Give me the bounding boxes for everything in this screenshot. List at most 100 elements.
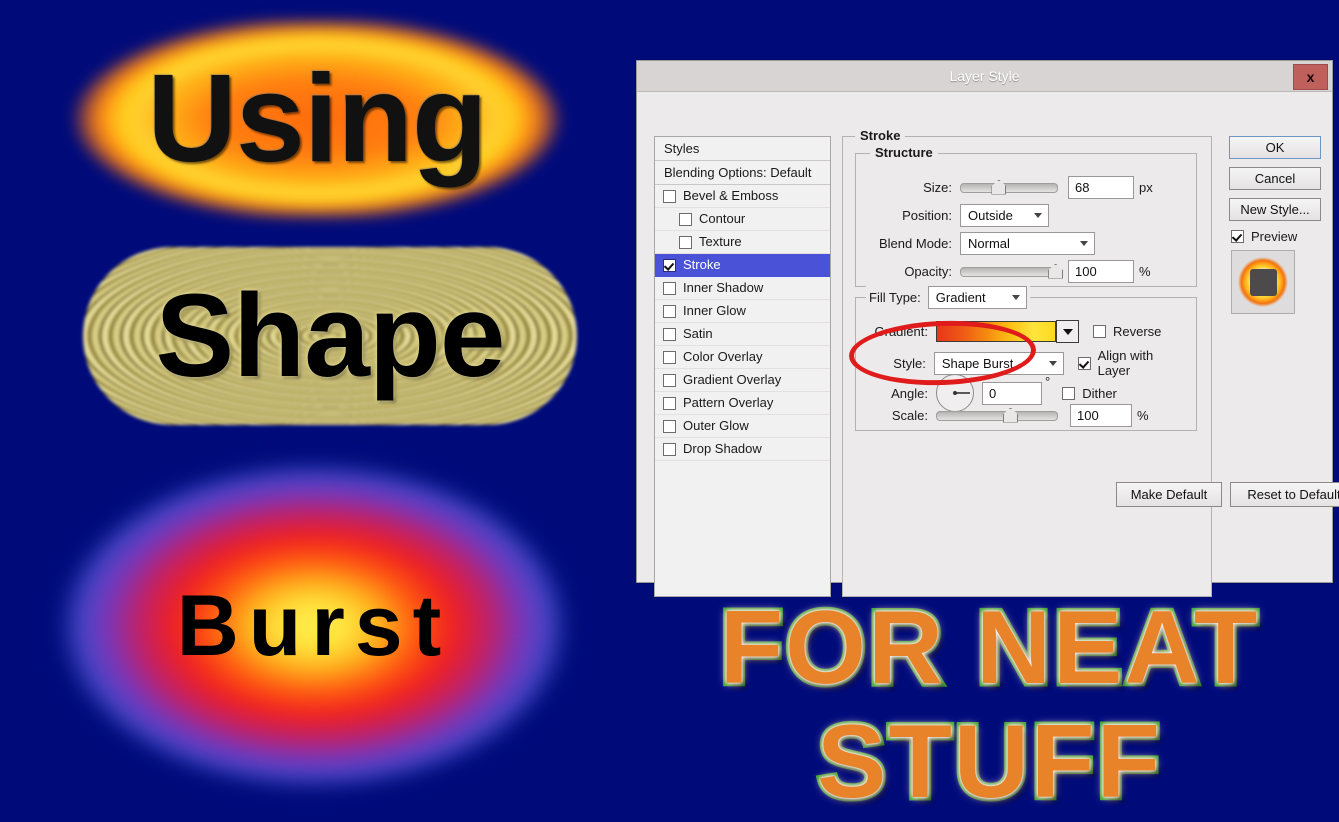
reverse-label: Reverse (1113, 324, 1162, 339)
style-checkbox[interactable] (663, 419, 676, 433)
chevron-down-icon[interactable] (1056, 320, 1079, 343)
reverse-checkbox[interactable] (1093, 325, 1106, 338)
preview-thumbnail (1231, 250, 1295, 314)
style-row-label: Outer Glow (683, 418, 749, 433)
style-row-stroke[interactable]: Stroke (655, 254, 830, 277)
style-checkbox[interactable] (663, 350, 676, 364)
screenshot-stage: Using Shape Burst FOR NEAT STUFF Layer S… (0, 0, 1339, 822)
preview-label: Preview (1251, 229, 1298, 244)
scale-input[interactable]: 100 (1070, 404, 1132, 427)
dialog-body: Styles Blending Options: Default Bevel &… (637, 92, 1339, 597)
opacity-slider-thumb[interactable] (1048, 263, 1064, 279)
style-checkbox[interactable] (663, 396, 676, 410)
scale-slider-thumb[interactable] (1003, 407, 1018, 423)
stroke-group: Stroke Structure Size: 68 px Position: O… (842, 128, 1339, 597)
style-row-outer-glow[interactable]: Outer Glow (655, 415, 830, 438)
blend-mode-label: Blend Mode: (879, 236, 952, 251)
fill-type-label: Fill Type: (869, 290, 921, 305)
preview-checkbox[interactable] (1231, 230, 1244, 243)
scale-unit: % (1137, 408, 1149, 423)
style-row-label: Inner Glow (683, 303, 746, 318)
promo-line-2: STUFF (813, 702, 1163, 822)
preview-row[interactable]: Preview (1231, 229, 1319, 244)
layer-style-dialog: Layer Style x Styles Blending Options: D… (636, 60, 1339, 597)
artwork-using: Using (12, 8, 622, 230)
blend-mode-select[interactable]: Normal (960, 232, 1095, 255)
promo-line-1: FOR NEAT (716, 588, 1261, 708)
style-row-label: Inner Shadow (683, 280, 764, 295)
size-label: Size: (923, 180, 952, 195)
style-row-satin[interactable]: Satin (655, 323, 830, 346)
style-row-label: Pattern Overlay (683, 395, 774, 410)
reset-to-default-button[interactable]: Reset to Default (1230, 482, 1339, 507)
size-slider-thumb[interactable] (991, 179, 1007, 195)
style-row-label: Texture (699, 234, 742, 249)
preview-core-square (1249, 268, 1277, 296)
scale-slider[interactable] (936, 407, 1058, 423)
structure-group-label: Structure (870, 145, 938, 160)
blending-options-row[interactable]: Blending Options: Default (655, 161, 830, 185)
size-unit: px (1139, 180, 1153, 195)
style-select[interactable]: Shape Burst (933, 351, 1064, 375)
size-slider[interactable] (960, 179, 1058, 195)
opacity-input[interactable]: 100 (1068, 260, 1134, 283)
style-checkbox[interactable] (663, 304, 676, 318)
style-checkbox[interactable] (663, 327, 676, 341)
new-style-button[interactable]: New Style... (1229, 198, 1321, 221)
style-row-label: Stroke (683, 257, 721, 272)
artwork-burst: Burst (0, 430, 634, 822)
style-row-gradient-overlay[interactable]: Gradient Overlay (655, 369, 830, 392)
fill-group: Fill Type: Gradient Gradient: Reverse St… (855, 286, 1197, 431)
artwork-text-burst: Burst (176, 578, 452, 674)
style-checkbox[interactable] (663, 442, 676, 456)
styles-panel-header: Styles (655, 137, 830, 161)
style-label: Style: (893, 355, 926, 371)
artwork-shape: Shape (50, 236, 610, 436)
style-row-texture[interactable]: Texture (655, 231, 830, 254)
style-row-drop-shadow[interactable]: Drop Shadow (655, 438, 830, 461)
style-checkbox[interactable] (663, 373, 676, 387)
fill-type-select[interactable]: Gradient (927, 286, 1027, 309)
style-checkbox[interactable] (663, 281, 676, 295)
cancel-button[interactable]: Cancel (1229, 167, 1321, 190)
make-default-button[interactable]: Make Default (1116, 482, 1222, 507)
angle-input[interactable]: 0 (982, 381, 1042, 405)
style-row-bevel-emboss[interactable]: Bevel & Emboss (655, 185, 830, 208)
structure-group: Structure Size: 68 px Position: Outside (855, 145, 1197, 287)
dialog-titlebar[interactable]: Layer Style x (637, 61, 1332, 92)
artwork-text-shape: Shape (155, 270, 505, 402)
close-icon[interactable]: x (1293, 64, 1328, 90)
size-input[interactable]: 68 (1068, 176, 1134, 199)
preview-glow (1238, 257, 1288, 307)
styles-panel: Styles Blending Options: Default Bevel &… (654, 136, 831, 597)
align-with-layer-checkbox[interactable] (1077, 356, 1091, 370)
ok-button[interactable]: OK (1229, 136, 1321, 159)
angle-unit: ° (1045, 374, 1051, 389)
style-row-inner-shadow[interactable]: Inner Shadow (655, 277, 830, 300)
style-row-label: Drop Shadow (683, 441, 762, 456)
dither-checkbox[interactable] (1062, 386, 1076, 400)
style-row-label: Bevel & Emboss (683, 188, 779, 203)
styles-list: Bevel & Emboss Contour Texture Stroke Inner … (655, 185, 830, 461)
position-label: Position: (902, 208, 952, 223)
dialog-buttons-column: OK Cancel New Style... Preview (1229, 136, 1321, 314)
gradient-label: Gradient: (874, 324, 928, 339)
style-row-color-overlay[interactable]: Color Overlay (655, 346, 830, 369)
style-row-label: Gradient Overlay (683, 372, 782, 387)
dither-label: Dither (1082, 385, 1117, 401)
style-row-contour[interactable]: Contour (655, 208, 830, 231)
opacity-slider[interactable] (960, 263, 1064, 279)
style-checkbox[interactable] (663, 189, 676, 203)
style-row-inner-glow[interactable]: Inner Glow (655, 300, 830, 323)
style-row-pattern-overlay[interactable]: Pattern Overlay (655, 392, 830, 415)
style-checkbox[interactable] (663, 258, 676, 272)
angle-label: Angle: (891, 385, 928, 401)
position-select[interactable]: Outside (960, 204, 1049, 227)
stroke-group-label: Stroke (855, 128, 906, 143)
artwork-promo: FOR NEAT STUFF (640, 588, 1339, 822)
gradient-swatch[interactable] (936, 321, 1056, 342)
style-checkbox[interactable] (679, 235, 692, 249)
style-checkbox[interactable] (679, 212, 692, 226)
style-row-label: Contour (699, 211, 746, 226)
artwork-text-using: Using (147, 50, 487, 188)
